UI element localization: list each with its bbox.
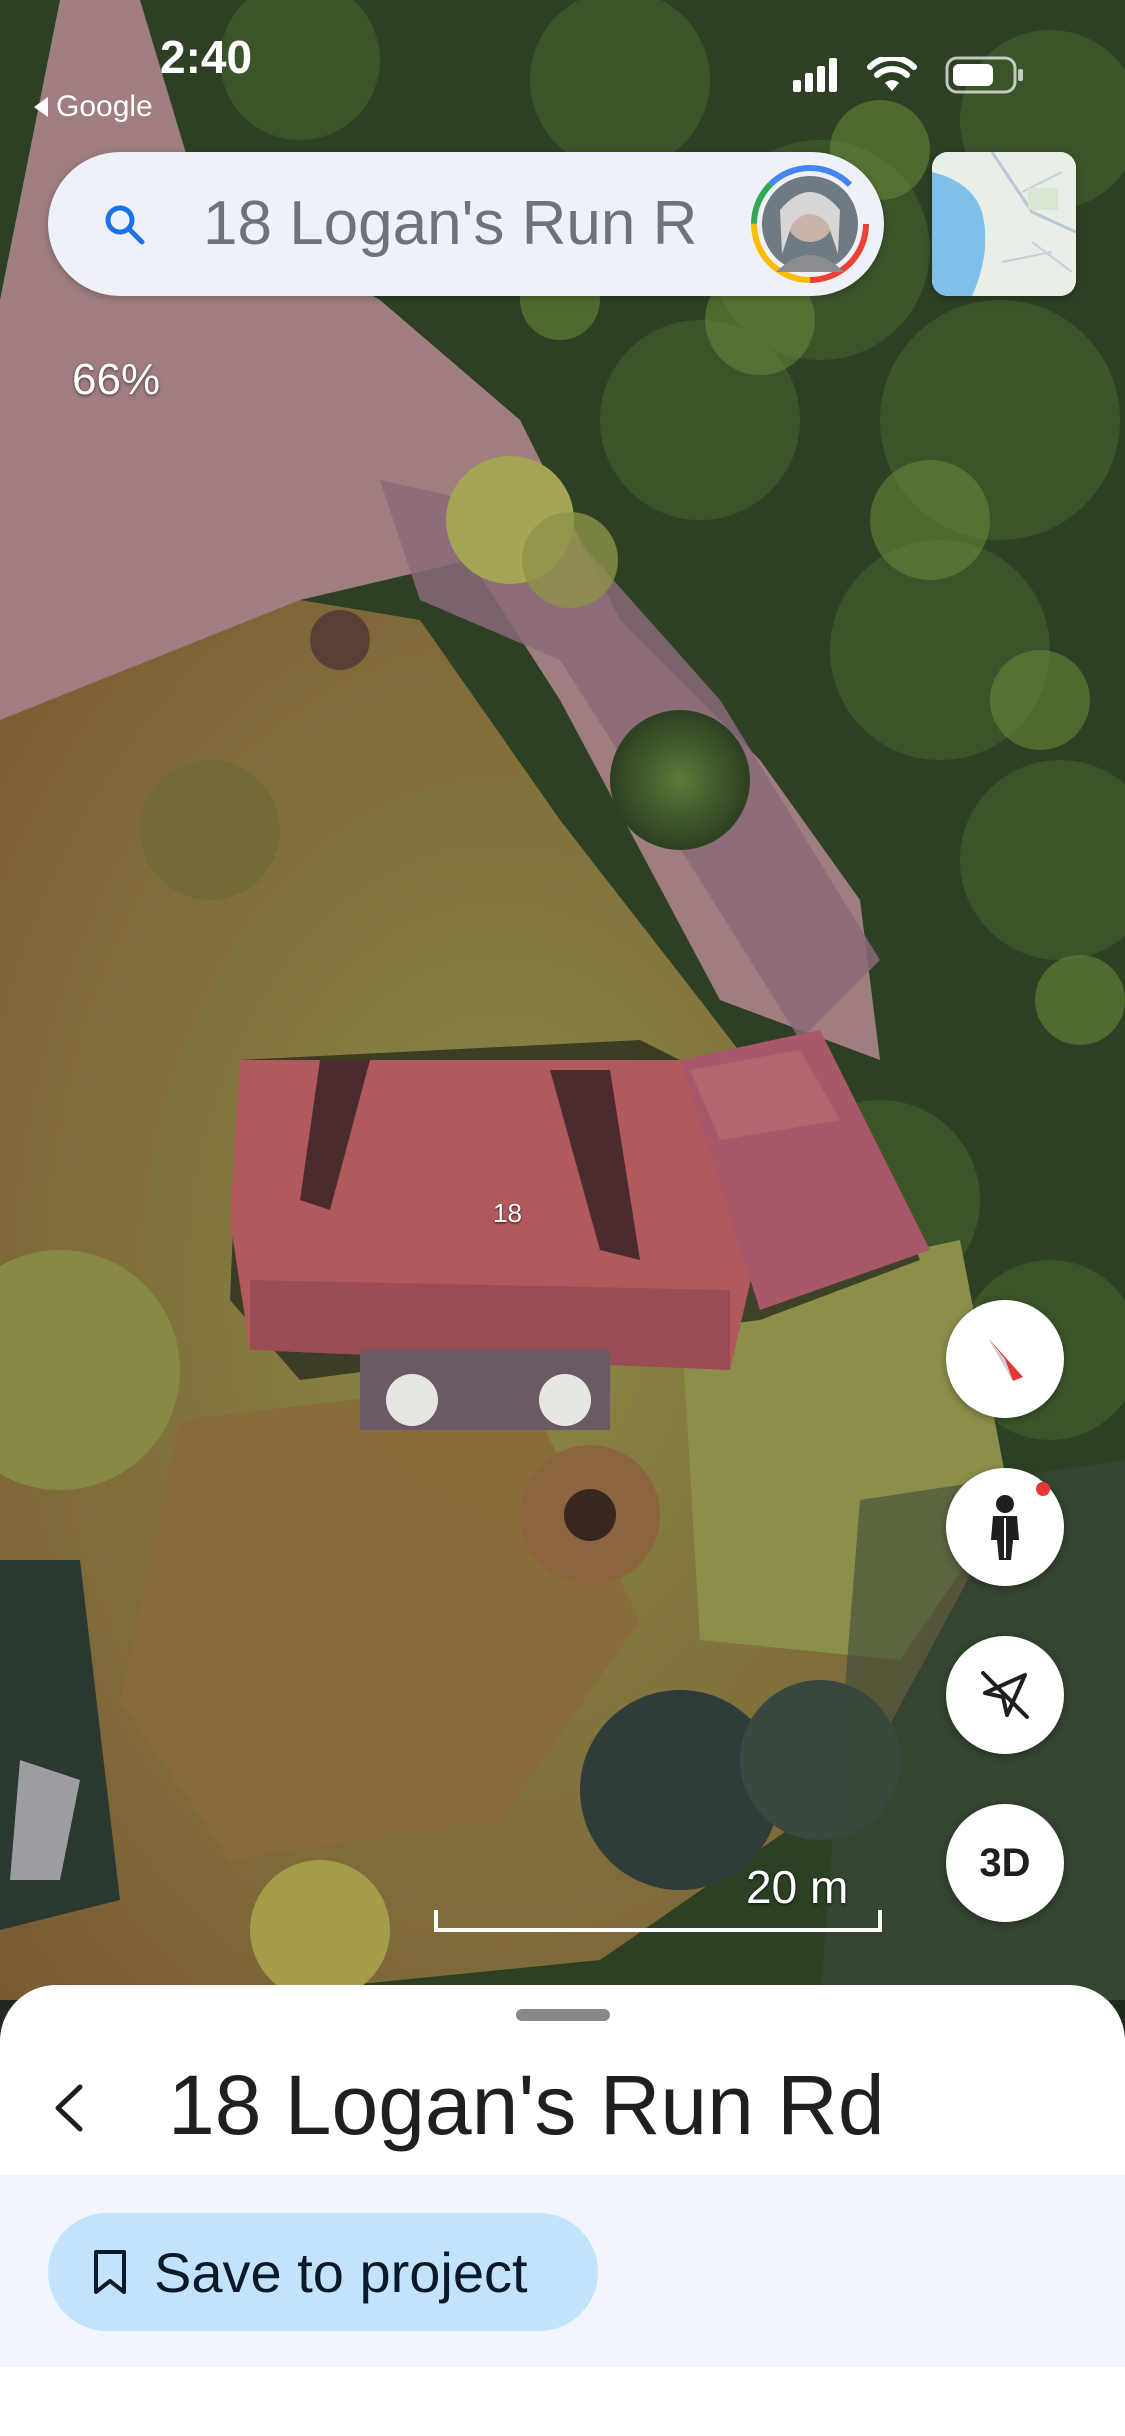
save-to-project-button[interactable]: Save to project — [48, 2213, 598, 2331]
house-number-label: 18 — [493, 1198, 522, 1228]
map-layers-button[interactable] — [932, 152, 1076, 296]
map-thumbnail-icon — [932, 152, 1076, 296]
scale-label: 20 m — [746, 1861, 849, 1913]
back-triangle-icon — [34, 97, 48, 117]
bookmark-icon — [94, 2250, 126, 2294]
back-to-app-link[interactable]: Google — [34, 90, 153, 124]
scale-bar — [434, 1910, 882, 1932]
account-avatar[interactable] — [750, 164, 870, 284]
search-bar[interactable]: 18 Logan's Run R — [48, 152, 884, 296]
actions-bar: Save to project — [0, 2175, 1125, 2367]
status-icons — [793, 56, 1025, 94]
cellular-signal-icon — [793, 58, 837, 92]
place-title: 18 Logan's Run Rd — [168, 2058, 885, 2152]
street-view-badge-icon — [1036, 1482, 1050, 1496]
battery-icon — [945, 56, 1023, 94]
3d-toggle-button[interactable]: 3D — [946, 1804, 1064, 1922]
back-arrow-icon[interactable] — [44, 2081, 98, 2135]
status-time: 2:40 — [160, 31, 253, 83]
compass-button[interactable] — [946, 1300, 1064, 1418]
search-input[interactable]: 18 Logan's Run R — [203, 188, 773, 259]
sheet-drag-handle[interactable] — [516, 2009, 610, 2021]
my-location-button[interactable] — [946, 1636, 1064, 1754]
street-view-pegman-icon — [991, 1495, 1019, 1560]
search-icon[interactable] — [100, 200, 148, 248]
street-view-button[interactable] — [946, 1468, 1064, 1586]
compass-icon — [989, 1339, 1023, 1381]
back-app-label: Google — [56, 90, 153, 123]
wifi-icon — [867, 57, 917, 91]
location-off-icon — [981, 1671, 1029, 1719]
place-bottom-sheet[interactable]: 18 Logan's Run Rd Save to project — [0, 1985, 1125, 2436]
zoom-level-label: 66% — [72, 355, 161, 404]
save-to-project-label: Save to project — [154, 2240, 528, 2304]
